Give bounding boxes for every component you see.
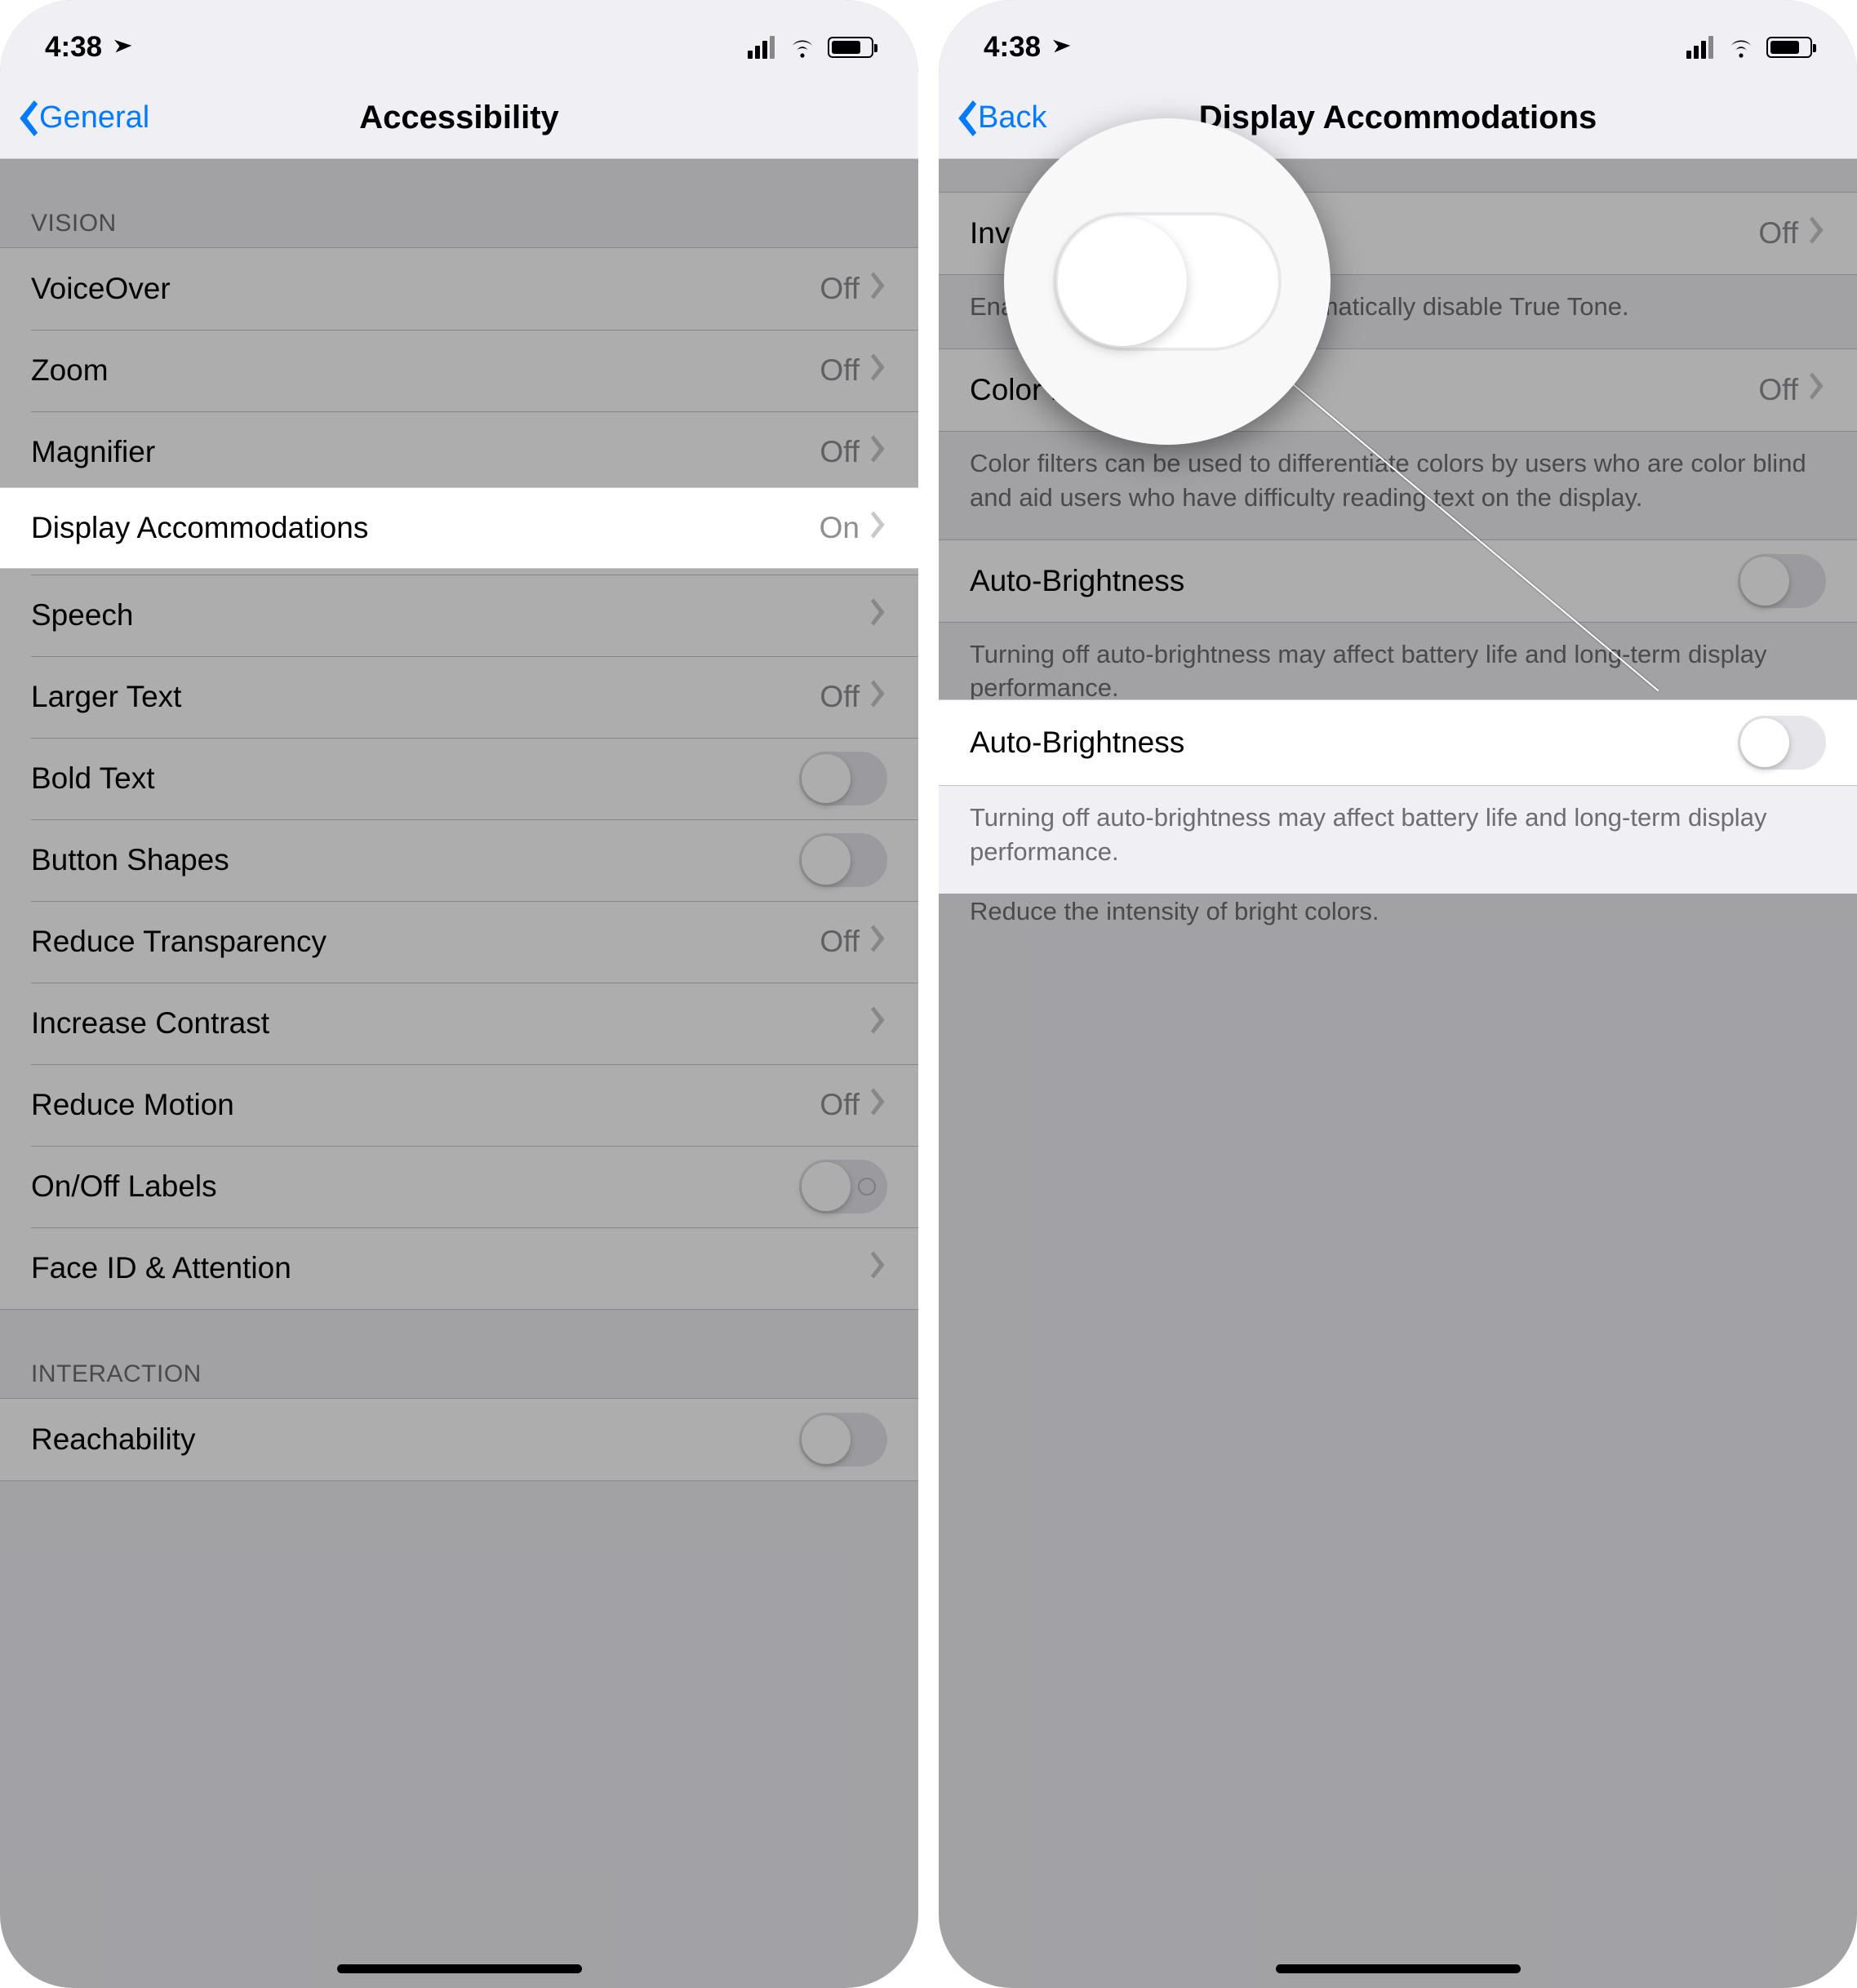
footer-colorfilters: Color filters can be used to differentia… — [939, 432, 1857, 539]
vision-group: VoiceOver Off Zoom Off Magnifier Off Dis… — [0, 247, 918, 1310]
toggle-onoff-labels[interactable] — [799, 1160, 887, 1214]
interaction-group: Reachability — [0, 1398, 918, 1481]
row-label: Reachability — [31, 1422, 799, 1457]
back-button[interactable]: General — [0, 100, 149, 136]
row-speech[interactable]: Speech — [0, 575, 918, 656]
row-label: Face ID & Attention — [31, 1251, 871, 1285]
right-phone: 4:38 Back Display Accommodations Invert … — [939, 0, 1857, 1988]
chevron-right-icon — [871, 1251, 887, 1286]
row-voiceover[interactable]: VoiceOver Off — [0, 248, 918, 330]
row-value: Off — [820, 680, 860, 714]
cellular-icon — [748, 36, 777, 59]
battery-icon — [1766, 37, 1812, 58]
row-label: Zoom — [31, 353, 820, 388]
home-indicator[interactable] — [1276, 1964, 1521, 1973]
row-label: Auto-Brightness — [970, 726, 1738, 760]
row-onoff-labels[interactable]: On/Off Labels — [0, 1146, 918, 1227]
row-value: Off — [1758, 216, 1798, 251]
row-value: Off — [820, 272, 860, 306]
row-value: Off — [820, 925, 860, 959]
chevron-right-icon — [1810, 216, 1826, 251]
row-label: Increase Contrast — [31, 1006, 871, 1041]
row-value: Off — [820, 435, 860, 469]
status-time: 4:38 — [984, 31, 1041, 64]
row-magnifier[interactable]: Magnifier Off — [0, 411, 918, 493]
chevron-right-icon — [871, 511, 887, 546]
cellular-icon — [1686, 36, 1716, 59]
row-label: VoiceOver — [31, 272, 820, 306]
left-phone: 4:38 General Accessibility VISION VoiceO… — [0, 0, 918, 1988]
row-bold-text[interactable]: Bold Text — [0, 738, 918, 819]
row-auto-brightness[interactable]: Auto-Brightness — [939, 540, 1857, 622]
chevron-right-icon — [871, 925, 887, 960]
row-reachability[interactable]: Reachability — [0, 1399, 918, 1480]
row-label: Button Shapes — [31, 843, 799, 877]
row-label: Auto-Brightness — [970, 564, 1738, 598]
row-button-shapes[interactable]: Button Shapes — [0, 819, 918, 901]
chevron-right-icon — [871, 353, 887, 388]
toggle-auto-brightness-highlight[interactable] — [1738, 716, 1826, 770]
magnified-toggle — [1053, 212, 1282, 351]
content: VISION VoiceOver Off Zoom Off Magnifier … — [0, 159, 918, 1481]
row-value: On — [820, 511, 860, 545]
row-larger-text[interactable]: Larger Text Off — [0, 656, 918, 738]
row-increase-contrast[interactable]: Increase Contrast — [0, 983, 918, 1064]
status-bar: 4:38 — [939, 0, 1857, 78]
section-header-vision: VISION — [0, 159, 918, 247]
toggle-bold-text[interactable] — [799, 752, 887, 805]
chevron-right-icon — [1810, 372, 1826, 407]
row-zoom[interactable]: Zoom Off — [0, 330, 918, 411]
status-bar: 4:38 — [0, 0, 918, 78]
chevron-right-icon — [871, 680, 887, 715]
chevron-right-icon — [871, 598, 887, 633]
chevron-right-icon — [871, 435, 887, 470]
magnifier-callout — [1004, 118, 1331, 445]
chevron-right-icon — [871, 272, 887, 307]
row-label: Speech — [31, 598, 871, 632]
row-label: Bold Text — [31, 761, 799, 796]
back-label: General — [39, 100, 149, 135]
row-label: On/Off Labels — [31, 1169, 799, 1204]
row-label: Reduce Motion — [31, 1088, 820, 1122]
autobrightness-group: Auto-Brightness — [939, 539, 1857, 623]
highlight-footer-autobrightness: Turning off auto-brightness may affect b… — [939, 786, 1857, 894]
chevron-right-icon — [871, 1088, 887, 1123]
row-label: Display Accommodations — [31, 511, 820, 545]
wifi-icon — [789, 36, 816, 59]
chevron-left-icon — [15, 100, 39, 136]
row-label: Larger Text — [31, 680, 820, 714]
location-icon — [1041, 30, 1074, 64]
row-faceid-attention[interactable]: Face ID & Attention — [0, 1227, 918, 1309]
row-reduce-motion[interactable]: Reduce Motion Off — [0, 1064, 918, 1146]
nav-bar: General Accessibility — [0, 78, 918, 159]
toggle-button-shapes[interactable] — [799, 833, 887, 887]
back-label: Back — [978, 100, 1046, 135]
highlight-display-accommodations[interactable]: Display Accommodations On — [0, 487, 918, 569]
chevron-right-icon — [871, 1006, 887, 1041]
highlight-auto-brightness[interactable]: Auto-Brightness — [939, 699, 1857, 786]
row-label: Magnifier — [31, 435, 820, 469]
page-title: Display Accommodations — [939, 100, 1857, 136]
toggle-auto-brightness[interactable] — [1738, 554, 1826, 608]
row-value: Off — [820, 353, 860, 388]
toggle-reachability[interactable] — [799, 1413, 887, 1467]
wifi-icon — [1727, 36, 1755, 59]
location-icon — [102, 30, 135, 64]
battery-icon — [828, 37, 873, 58]
back-button[interactable]: Back — [939, 100, 1046, 136]
row-reduce-transparency[interactable]: Reduce Transparency Off — [0, 901, 918, 983]
row-label: Reduce Transparency — [31, 925, 820, 959]
chevron-left-icon — [953, 100, 978, 136]
row-value: Off — [1758, 373, 1798, 407]
status-time: 4:38 — [45, 31, 102, 64]
home-indicator[interactable] — [337, 1964, 582, 1973]
row-value: Off — [820, 1088, 860, 1122]
section-header-interaction: INTERACTION — [0, 1310, 918, 1398]
